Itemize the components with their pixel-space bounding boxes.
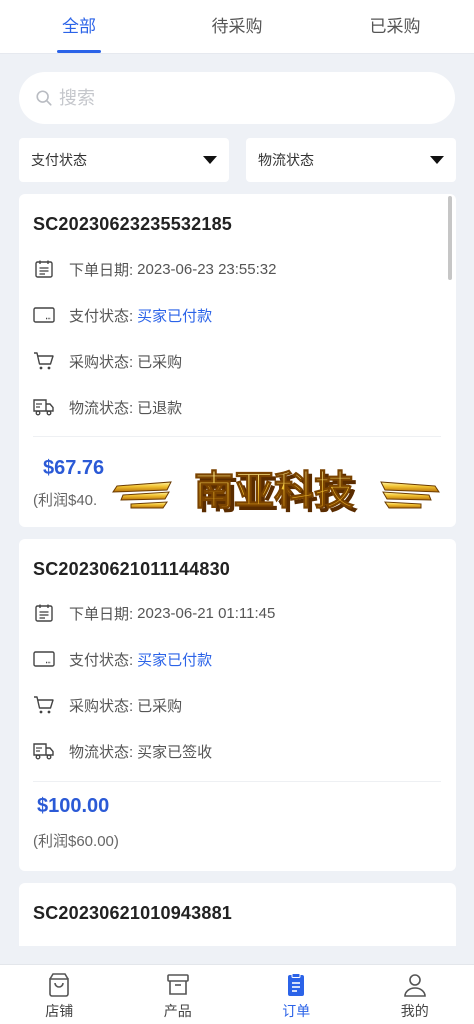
purchase-status-label: 采购状态: <box>69 697 134 715</box>
order-tabs: 全部 待采购 已采购 <box>0 0 474 54</box>
nav-store[interactable]: 店铺 <box>0 965 119 1024</box>
purchase-status-value: 已采购 <box>137 697 183 715</box>
order-card[interactable]: SC20230621010943881 <box>19 883 456 946</box>
nav-orders-label: 订单 <box>282 1003 311 1019</box>
order-id: SC20230623235532185 <box>33 214 232 234</box>
dropdown-arrow-icon <box>430 156 444 164</box>
order-id: SC20230621010943881 <box>33 903 232 923</box>
purchase-status-label: 采购状态: <box>69 353 134 371</box>
logistics-status-filter[interactable]: 物流状态 <box>246 138 456 182</box>
order-id: SC20230621011144830 <box>33 559 231 579</box>
credit-card-icon <box>33 648 55 670</box>
nav-profile-label: 我的 <box>400 1003 429 1019</box>
logistics-status-row: 物流状态: 已退款 <box>33 396 182 418</box>
logistics-status-value: 已退款 <box>137 399 183 417</box>
logistics-status-row: 物流状态: 买家已签收 <box>33 740 212 762</box>
payment-status-row: 支付状态: 买家已付款 <box>33 648 212 670</box>
user-icon <box>403 974 426 997</box>
payment-status-value: 买家已付款 <box>137 651 213 669</box>
order-profit: (利润$60.00) <box>33 833 119 850</box>
shopping-bag-icon <box>49 973 70 997</box>
credit-card-icon <box>33 304 55 326</box>
nav-store-label: 店铺 <box>45 1003 74 1019</box>
order-profit: (利润$40. <box>33 492 98 509</box>
calendar-icon <box>33 602 55 624</box>
truck-icon <box>33 396 55 418</box>
dropdown-arrow-icon <box>203 156 217 164</box>
nav-profile[interactable]: 我的 <box>356 965 474 1024</box>
nav-products[interactable]: 产品 <box>119 965 238 1024</box>
order-date-value: 2023-06-23 23:55:32 <box>137 260 277 278</box>
payment-status-row: 支付状态: 买家已付款 <box>33 304 212 326</box>
order-price: $100.00 <box>37 795 110 817</box>
svg-text:南亚科技: 南亚科技 <box>194 468 354 514</box>
archive-box-icon <box>166 974 189 995</box>
order-card[interactable]: SC20230623235532185 下单日期: 2023-06-23 23:… <box>19 194 456 527</box>
tab-all[interactable]: 全部 <box>1 0 157 54</box>
search-icon <box>36 90 52 106</box>
divider <box>33 436 441 437</box>
order-date-label: 下单日期: <box>69 605 134 623</box>
company-logo-watermark: 南亚科技 南亚科技 <box>112 468 440 518</box>
order-date-row: 下单日期: 2023-06-21 01:11:45 <box>33 602 275 624</box>
payment-status-label: 支付状态: <box>69 307 134 325</box>
payment-status-filter[interactable]: 支付状态 <box>19 138 229 182</box>
order-date-value: 2023-06-21 01:11:45 <box>137 604 276 622</box>
purchase-status-row: 采购状态: 已采购 <box>33 350 182 372</box>
clipboard-list-icon <box>288 973 305 996</box>
tab-purchased[interactable]: 已采购 <box>317 0 473 54</box>
search-input[interactable] <box>59 87 419 109</box>
logistics-status-value: 买家已签收 <box>137 743 213 761</box>
order-price: $67.76 <box>43 457 105 479</box>
nav-orders[interactable]: 订单 <box>237 965 356 1024</box>
calendar-icon <box>33 258 55 280</box>
payment-status-value: 买家已付款 <box>137 307 213 325</box>
order-list[interactable]: SC20230623235532185 下单日期: 2023-06-23 23:… <box>19 194 456 946</box>
purchase-status-row: 采购状态: 已采购 <box>33 694 182 716</box>
logistics-status-label: 物流状态: <box>69 399 134 417</box>
purchase-status-value: 已采购 <box>137 353 183 371</box>
logistics-status-filter-label: 物流状态 <box>258 152 314 168</box>
nav-products-label: 产品 <box>163 1003 192 1019</box>
tab-pending-purchase[interactable]: 待采购 <box>159 0 315 54</box>
shopping-cart-icon <box>33 350 55 372</box>
divider <box>33 781 441 782</box>
payment-status-filter-label: 支付状态 <box>31 152 87 168</box>
order-date-label: 下单日期: <box>69 261 134 279</box>
scrollbar[interactable] <box>448 196 452 280</box>
search-bar[interactable] <box>19 72 455 124</box>
logistics-status-label: 物流状态: <box>69 743 134 761</box>
order-card[interactable]: SC20230621011144830 下单日期: 2023-06-21 01:… <box>19 539 456 871</box>
truck-icon <box>33 740 55 762</box>
payment-status-label: 支付状态: <box>69 651 134 669</box>
shopping-cart-icon <box>33 694 55 716</box>
order-date-row: 下单日期: 2023-06-23 23:55:32 <box>33 258 276 280</box>
bottom-navigation: 店铺 产品 订单 我的 <box>0 964 474 1024</box>
